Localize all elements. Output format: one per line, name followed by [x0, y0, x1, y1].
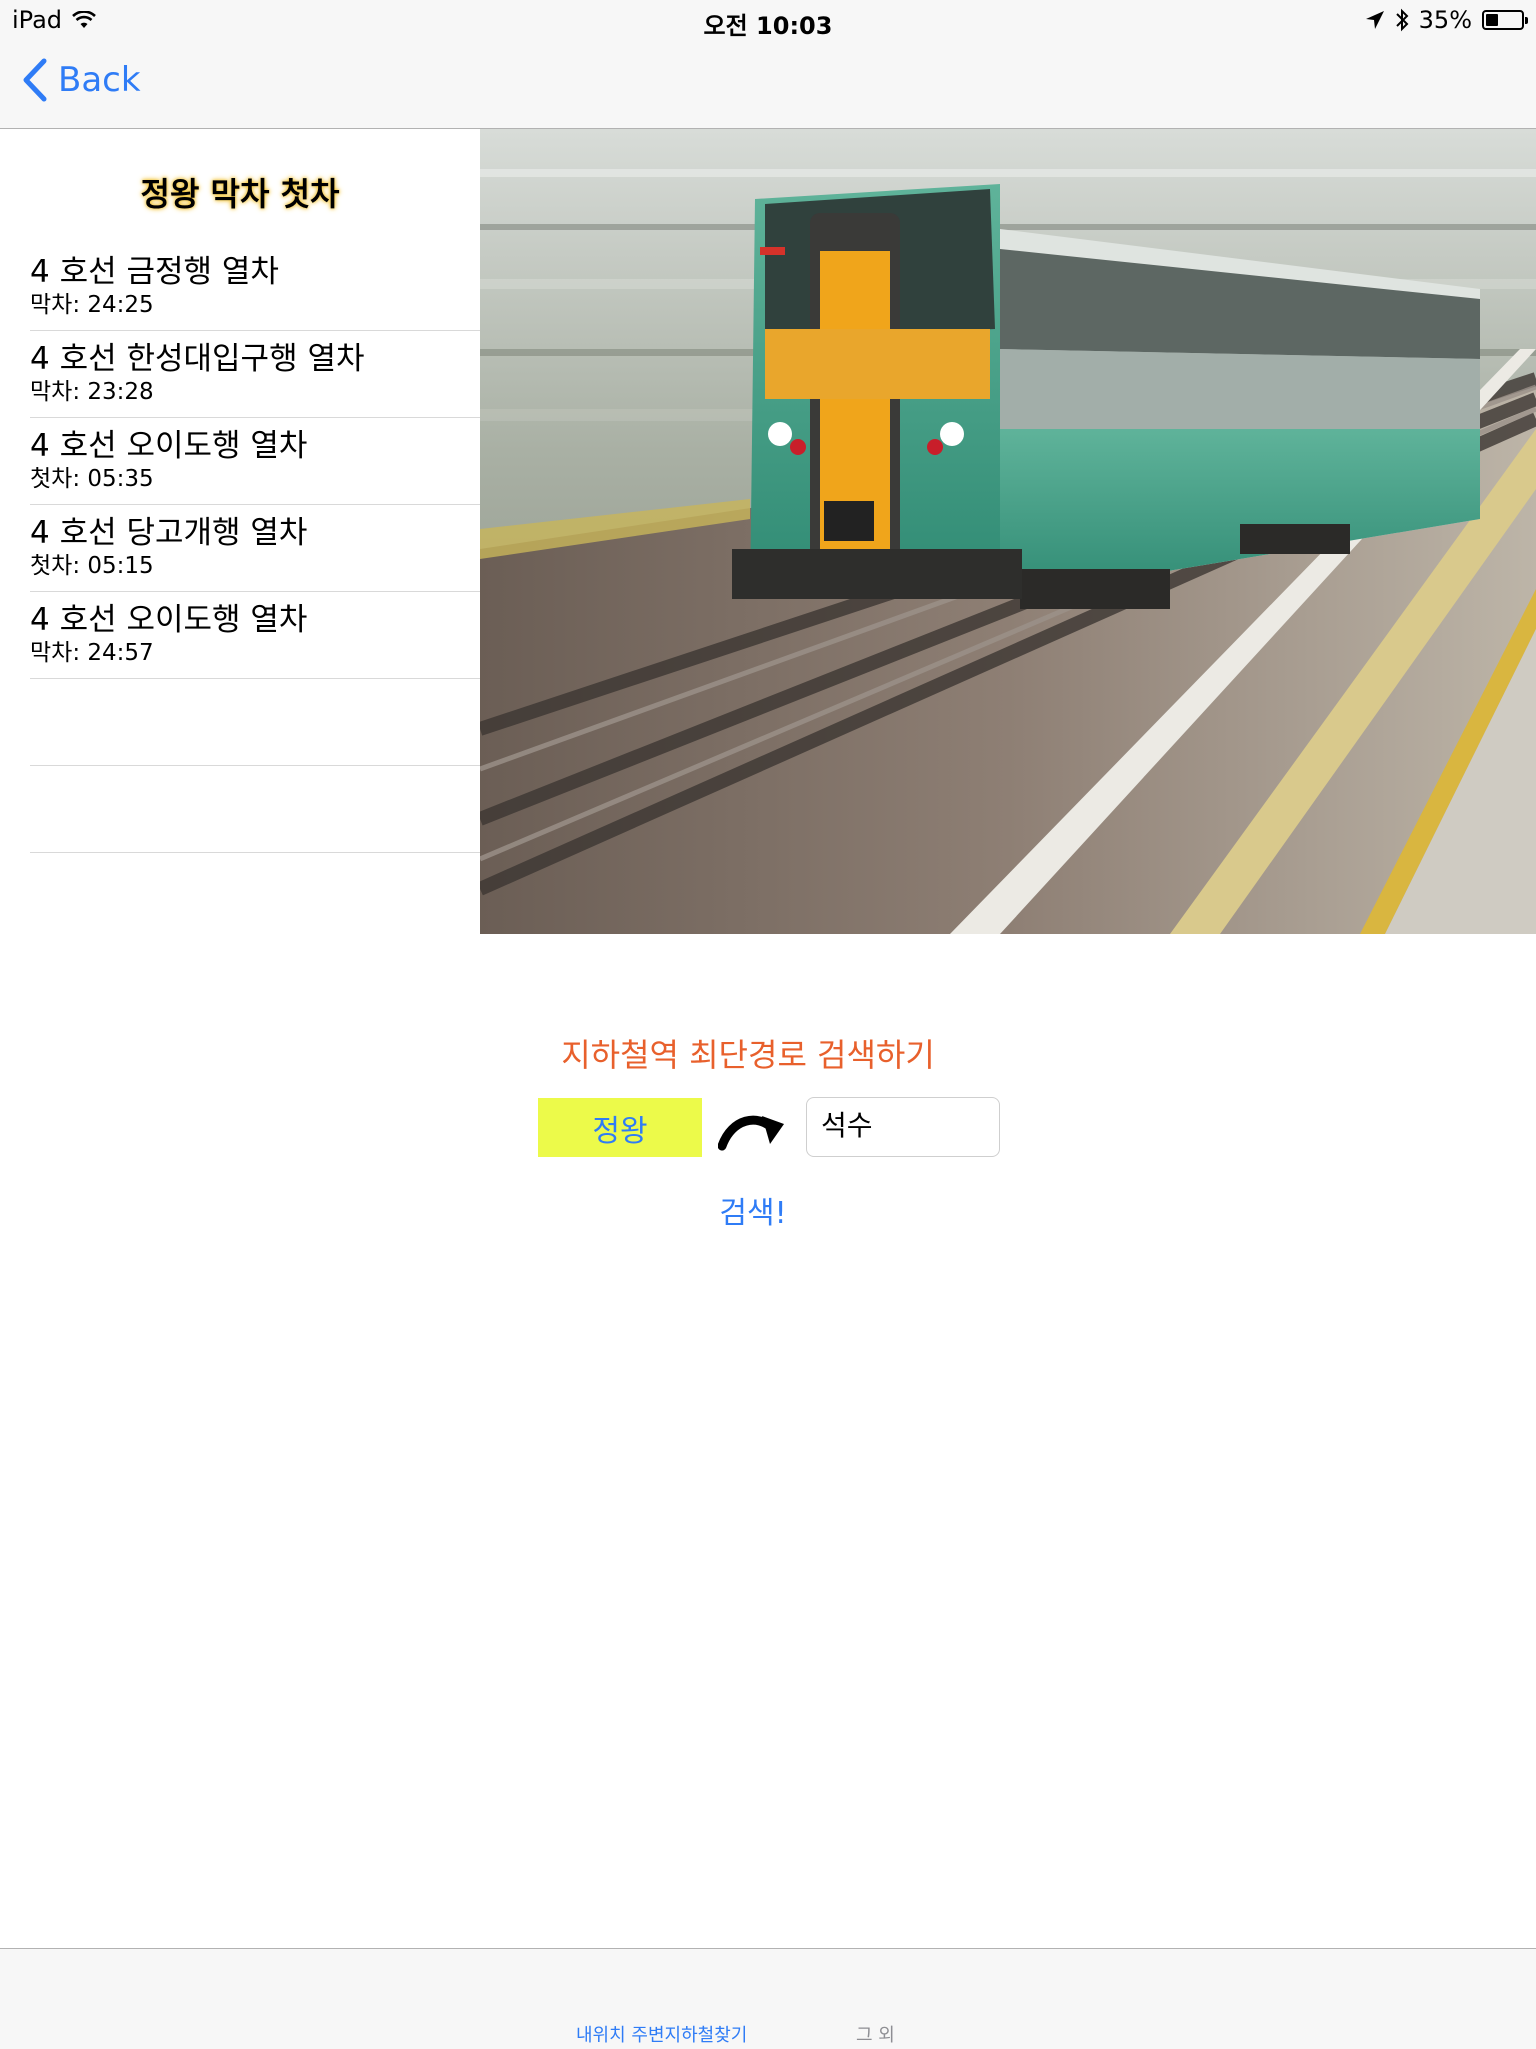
list-item-title: 4 호선 한성대입구행 열차: [30, 341, 365, 377]
tab-bar: 내위치 주변지하철찾기 그 외: [0, 1948, 1536, 2049]
status-time: 오전 10:03: [703, 12, 833, 40]
status-bar: iPad 오전 10:03 35%: [0, 0, 1536, 40]
battery-level: [1486, 14, 1498, 26]
list-item-empty: [30, 766, 480, 853]
chevron-left-icon: [23, 58, 47, 102]
navigation-bar: Back: [0, 40, 1536, 129]
list-item-detail: 막차: 24:25: [30, 292, 154, 318]
location-arrow-icon: [1365, 11, 1384, 29]
bluetooth-icon: [1395, 8, 1409, 32]
status-right: 35%: [1365, 6, 1528, 34]
schedule-title: 정왕 막차 첫차: [140, 175, 340, 213]
search-button[interactable]: 검색!: [0, 1188, 1506, 1232]
tab-nearby-subway[interactable]: 내위치 주변지하철찾기: [576, 2021, 747, 2047]
destination-station-input[interactable]: 석수: [806, 1097, 1000, 1157]
tab-others[interactable]: 그 외: [856, 2021, 895, 2047]
list-item-detail: 막차: 23:28: [30, 379, 154, 405]
battery-icon: [1482, 10, 1528, 30]
route-search-title: 지하철역 최단경로 검색하기: [561, 1036, 935, 1074]
curved-arrow-icon: [718, 1115, 784, 1151]
list-item[interactable]: 4 호선 오이도행 열차 첫차: 05:35: [30, 418, 480, 505]
back-button[interactable]: Back: [22, 58, 141, 102]
list-item-title: 4 호선 오이도행 열차: [30, 428, 308, 464]
list-item[interactable]: 4 호선 한성대입구행 열차 막차: 23:28: [30, 331, 480, 418]
departure-station-field[interactable]: 정왕: [538, 1098, 702, 1157]
train-photo: [480, 129, 1536, 934]
train-illustration: [480, 129, 1536, 934]
list-item-title: 4 호선 오이도행 열차: [30, 602, 308, 638]
list-item-detail: 막차: 24:57: [30, 640, 154, 666]
list-item-detail: 첫차: 05:15: [30, 553, 154, 579]
list-item-detail: 첫차: 05:35: [30, 466, 154, 492]
list-item[interactable]: 4 호선 오이도행 열차 막차: 24:57: [30, 592, 480, 679]
schedule-panel: 정왕 막차 첫차 4 호선 금정행 열차 막차: 24:25 4 호선 한성대입…: [0, 129, 480, 934]
list-item[interactable]: 4 호선 금정행 열차 막차: 24:25: [30, 244, 480, 331]
battery-percent: 35%: [1418, 6, 1472, 34]
back-label: Back: [58, 60, 141, 100]
list-item[interactable]: 4 호선 당고개행 열차 첫차: 05:15: [30, 505, 480, 592]
list-item-title: 4 호선 당고개행 열차: [30, 515, 308, 551]
schedule-list[interactable]: 4 호선 금정행 열차 막차: 24:25 4 호선 한성대입구행 열차 막차:…: [30, 244, 480, 853]
list-item-empty: [30, 679, 480, 766]
list-item-title: 4 호선 금정행 열차: [30, 254, 279, 290]
